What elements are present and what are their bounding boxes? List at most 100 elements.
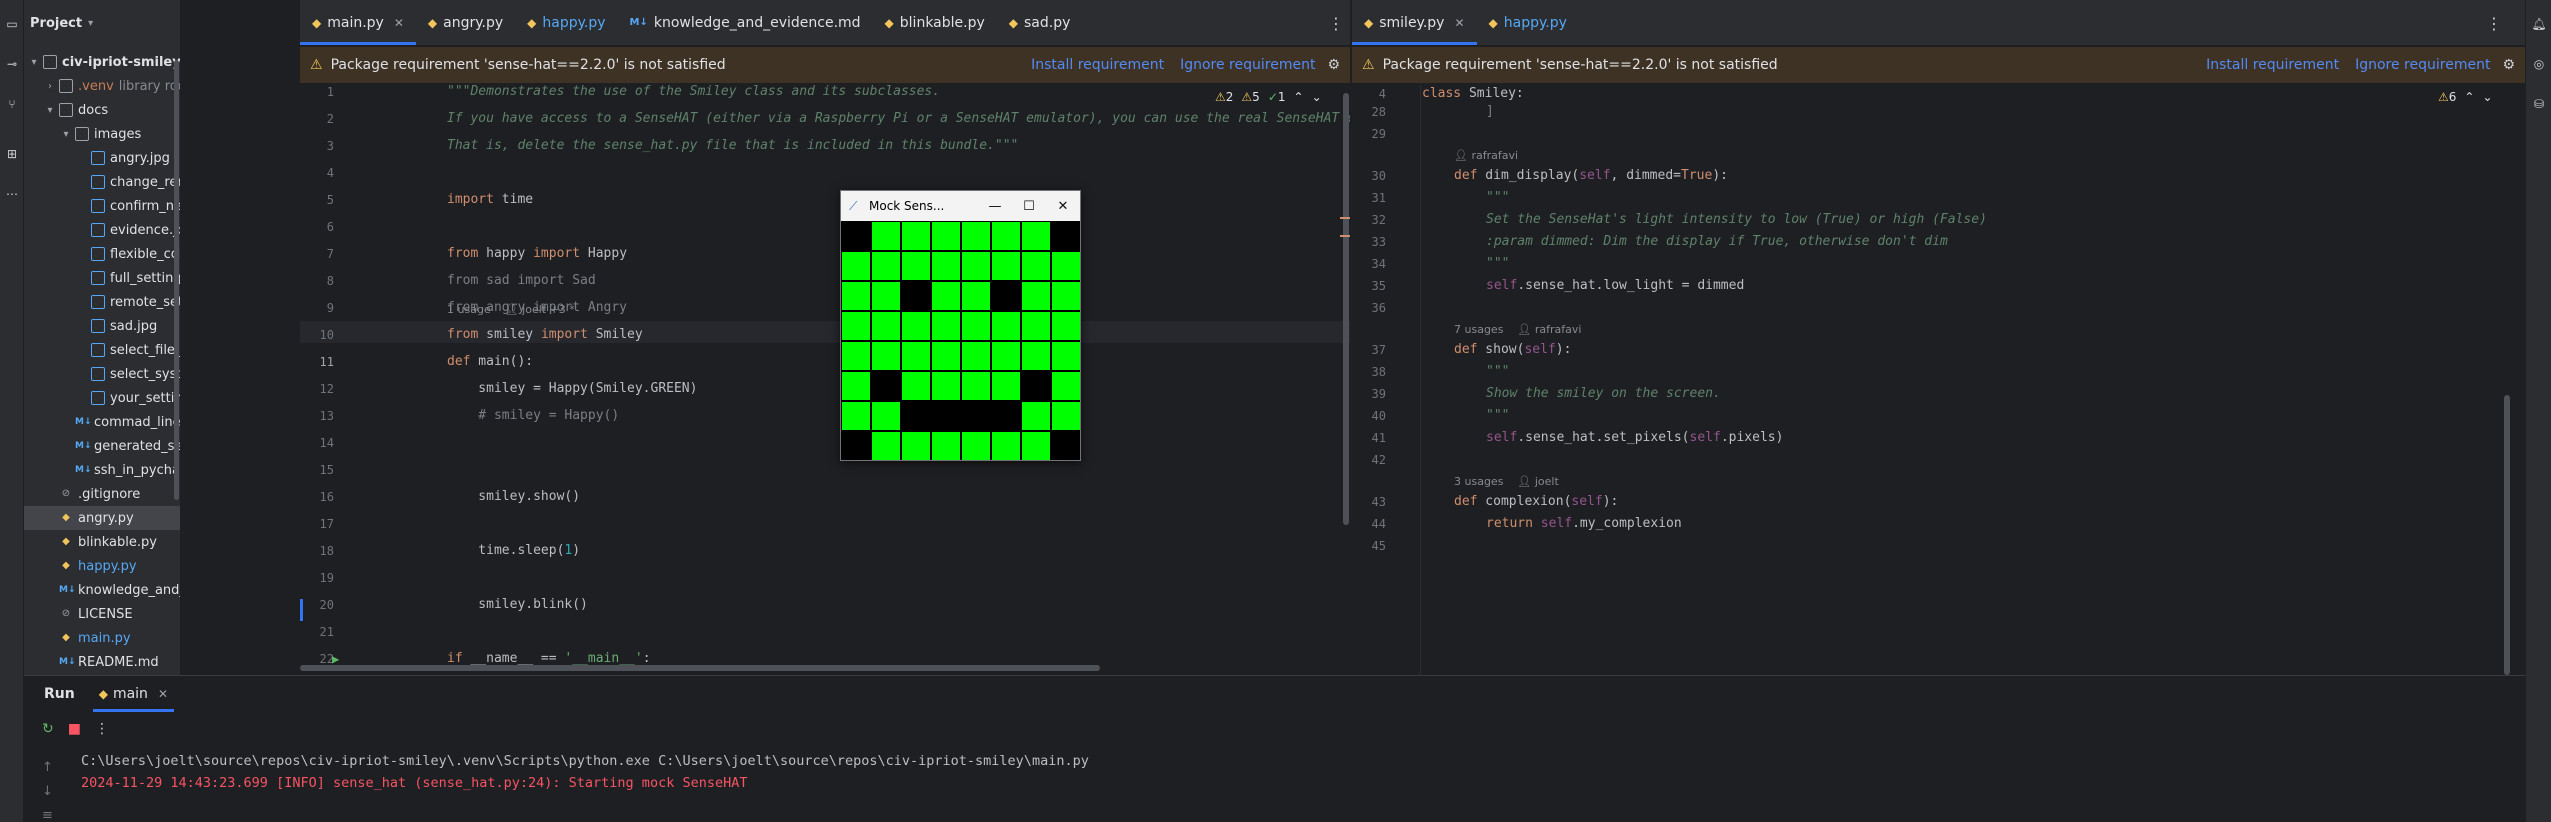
code-line: That is, delete the sense_hat.py file th… [447,138,1019,153]
rerun-icon[interactable]: ↻ [42,721,54,737]
right-inspection-status[interactable]: ⚠6 ⌃ ⌄ [2438,90,2493,104]
project-tree-item[interactable]: change_remote_folder.pr [24,170,180,194]
project-tree-item-label: ssh_in_pycharm.md [94,462,180,478]
project-tree-item[interactable]: ◆ blinkable.py [24,530,180,554]
change-marker [300,599,303,621]
usage-hint[interactable]: 3 usages 👤︎ joelt [1454,473,1559,491]
line-number: 28 [1371,105,1386,119]
gear-icon[interactable]: ⚙ [2502,57,2515,73]
led-pixel [962,372,990,400]
project-tree-item[interactable]: full_settings.png [24,266,180,290]
project-tree-item[interactable]: confirm_new_settings.pn [24,194,180,218]
project-tree-item[interactable]: M↓ README.md [24,650,180,674]
image-file-icon [91,295,105,309]
chevron-up-icon[interactable]: ⌃ [1294,90,1304,104]
project-tree-item[interactable]: evidence.jpg [24,218,180,242]
project-tree-item[interactable]: ⊘ .gitignore [24,482,180,506]
line-number: 35 [1371,279,1386,293]
project-tree-item[interactable]: ▾civ-ipriot-smileyC:\Users\joelt\so [24,50,180,74]
project-tree-item[interactable]: ▾ docs [24,98,180,122]
project-tree-item[interactable]: › .venvlibrary root [24,74,180,98]
left-editor-tabs: ◆ main.py ✕ ◆ angry.py ◆ happy.py M↓ knowledge_a… [300,0,1350,46]
close-icon[interactable]: ✕ [1454,16,1464,30]
line-number: 32 [1371,213,1386,227]
install-requirement-link[interactable]: Install requirement [1031,57,1164,73]
right-tabs-more-icon[interactable]: ⋮ [2486,14,2502,33]
ai-assistant-icon[interactable]: ◎ [2531,56,2547,72]
project-tree-item[interactable]: ▾ images [24,122,180,146]
usage-hint[interactable]: 1 usage 👤︎ joelt +3 * [447,301,575,319]
commit-icon[interactable]: ⊸ [4,56,20,72]
tab-knowledge_and_evidence-md[interactable]: M↓ knowledge_and_evidence.md [618,0,873,45]
close-button[interactable]: ✕ [1046,199,1080,214]
chevron-down-icon[interactable]: ⌄ [2482,90,2492,104]
right-editor-scrollbar[interactable] [2504,395,2510,675]
left-code-editor[interactable]: 1234567891011121314151617181920212223242… [300,85,1350,675]
gear-icon[interactable]: ⚙ [1327,57,1340,73]
project-scrollbar[interactable] [174,60,179,500]
tab-happy-py[interactable]: ◆ happy.py [1477,0,1579,45]
project-tree-item[interactable]: select_file_then_settings [24,338,180,362]
scroll-up-icon[interactable]: ↑ [42,756,53,780]
project-tree-item[interactable]: M↓commad_line_ssh.md [24,410,180,434]
led-pixel [1052,432,1080,460]
tab-happy-py[interactable]: ◆ happy.py [515,0,617,45]
ignore-requirement-link[interactable]: Ignore requirement [1180,57,1315,73]
left-inspection-status[interactable]: ⚠2 ⚠5 ✓1 ⌃ ⌄ [1215,90,1322,104]
project-header[interactable]: Project ▾ [24,0,180,46]
chevron-down-icon[interactable]: ▾ [28,57,40,68]
scroll-down-icon[interactable]: ↓ [42,780,53,804]
database-icon[interactable]: ⛁ [2531,96,2547,112]
notifications-icon[interactable]: 🔔︎ [2531,16,2547,32]
python-file-icon: ◆ [1008,15,1019,30]
left-editor-scrollbar[interactable] [1343,93,1349,525]
project-tree-item[interactable]: angry.jpg [24,146,180,170]
run-gutter-icon[interactable]: ▶ [332,652,339,666]
chevron-right-icon[interactable]: › [44,81,56,92]
project-tree-item[interactable]: M↓ssh_in_pycharm.md [24,458,180,482]
install-requirement-link[interactable]: Install requirement [2206,57,2339,73]
chevron-down-icon[interactable]: ▾ [60,129,72,140]
usage-hint[interactable]: 👤︎ rafrafavi [1454,147,1518,165]
chevron-down-icon[interactable]: ⌄ [1312,90,1322,104]
usage-hint[interactable]: 7 usages 👤︎ rafrafavi [1454,321,1581,339]
project-tree-item[interactable]: ◆ happy.py [24,554,180,578]
git-branch-icon[interactable]: ⑂ [4,96,20,112]
tab-smiley-py[interactable]: ◆ smiley.py ✕ [1352,0,1477,45]
close-icon[interactable]: ✕ [394,16,404,30]
left-editor-hscrollbar[interactable] [300,665,1100,671]
ignore-requirement-link[interactable]: Ignore requirement [2355,57,2490,73]
project-tree-item[interactable]: ◆ main.py [24,626,180,650]
maximize-button[interactable]: ☐ [1012,199,1046,214]
chevron-down-icon[interactable]: ▾ [44,105,56,116]
project-tree-item[interactable]: your_settings.png [24,386,180,410]
stop-icon[interactable]: ■ [68,721,81,737]
minimize-button[interactable]: — [978,199,1012,214]
project-tree-item[interactable]: ◆ angry.py [24,506,180,530]
run-tab-main[interactable]: ◆ main ✕ [92,676,175,712]
tab-angry-py[interactable]: ◆ angry.py [416,0,515,45]
structure-icon[interactable]: ⊞ [4,146,20,162]
project-tree-item[interactable]: M↓knowledge_and_evidence.md [24,578,180,602]
more-tools-icon[interactable]: ⋯ [4,186,20,202]
chevron-up-icon[interactable]: ⌃ [2464,90,2474,104]
project-tree-item[interactable]: remote_settings.png [24,290,180,314]
project-tree-item[interactable]: ⊘ LICENSE [24,602,180,626]
mock-sensehat-window[interactable]: ⟋ Mock Sens... — ☐ ✕ [840,190,1081,461]
project-tree-item[interactable]: flexible_colour.jpg [24,242,180,266]
soft-wrap-icon[interactable]: ≡ [42,804,53,822]
tab-sad-py[interactable]: ◆ sad.py [997,0,1083,45]
left-tabs-more-icon[interactable]: ⋮ [1328,14,1344,33]
led-pixel [992,282,1020,310]
project-tree-item[interactable]: select_system_interprete [24,362,180,386]
project-folder-icon[interactable]: ▭ [4,16,20,32]
tab-main-py[interactable]: ◆ main.py ✕ [300,0,416,45]
mock-window-titlebar[interactable]: ⟋ Mock Sens... — ☐ ✕ [841,191,1080,221]
more-options-icon[interactable]: ⋮ [95,721,109,737]
image-file-icon [91,175,105,189]
tab-blinkable-py[interactable]: ◆ blinkable.py [873,0,997,45]
right-code-editor[interactable]: 4 28 29 30 31 32 33 34 35 36 37 38 39 40 41 42 43 44 45 cl… [1352,85,2525,675]
project-tree-item[interactable]: sad.jpg [24,314,180,338]
project-tree-item[interactable]: M↓generated_sense_hat_in_vir [24,434,180,458]
close-icon[interactable]: ✕ [158,687,168,701]
